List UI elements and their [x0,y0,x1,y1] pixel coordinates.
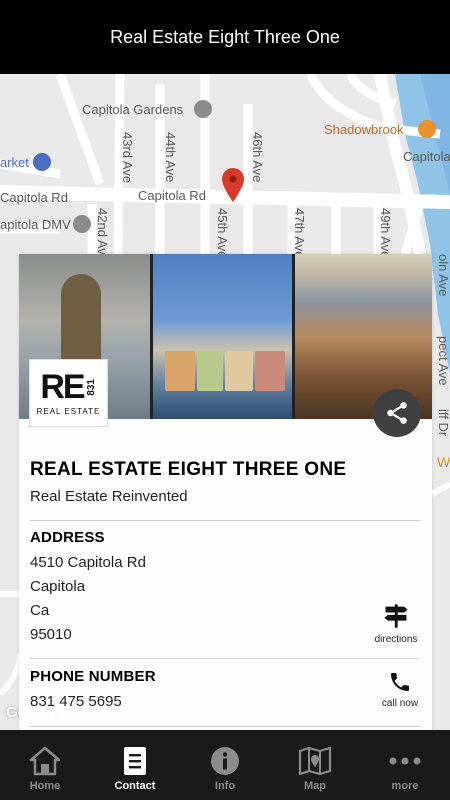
more-dots-icon [389,757,421,765]
map-label-prospect-ave: pect Ave [436,336,450,386]
tab-home[interactable]: Home [0,730,90,800]
map-label-47th-ave: 47th Ave [292,208,307,259]
map-label-capitola-rd-left: Capitola Rd [0,190,68,205]
share-button[interactable] [373,389,421,437]
poi-marker[interactable] [194,100,212,118]
tab-info-label: Info [214,780,236,792]
tab-map[interactable]: Map [270,730,360,800]
divider [30,726,420,727]
map-label-cliff-dr: iff Dr [436,409,450,437]
map-label-45th-ave: 45th Ave [215,208,230,259]
info-icon [211,747,239,775]
phone-number[interactable]: 831 475 5695 [30,693,122,710]
map-label-shadowbrook: Shadowbrook [324,122,404,137]
map-label-44th-ave: 44th Ave [163,132,178,183]
contact-card: RE 831 REAL ESTATE REAL ESTATE EIGHT THR… [19,254,432,730]
logo-subtitle: REAL ESTATE [36,407,101,416]
tab-home-label: Home [29,780,61,792]
tab-more-label: more [391,780,419,792]
company-name: REAL ESTATE EIGHT THREE ONE [30,459,347,480]
signpost-icon [384,604,408,628]
restaurant-marker[interactable] [418,120,436,138]
map-label-market: arket [0,155,29,170]
contact-card-icon [124,747,146,775]
map-label-43rd-ave: 43rd Ave [120,132,135,184]
location-pin-icon[interactable] [222,168,244,202]
tab-more[interactable]: more [360,730,450,800]
tab-contact-label: Contact [114,780,156,792]
map-label-capitola-dmv: apitola DMV [0,217,71,232]
phone-icon [391,673,409,691]
logo-numbers: 831 [85,378,97,396]
app-header: Real Estate Eight Three One [0,0,450,74]
home-icon [29,746,61,776]
app-title: Real Estate Eight Three One [110,26,340,47]
tab-map-label: Map [304,780,326,792]
company-tagline: Real Estate Reinvented [30,488,188,505]
share-icon [387,402,407,424]
call-now-button[interactable]: call now [370,670,430,709]
tab-info[interactable]: Info [180,730,270,800]
map-label-49th-ave: 49th Ave [378,208,393,259]
phone-label: PHONE NUMBER [30,668,156,685]
address-label: ADDRESS [30,529,105,546]
company-logo: RE 831 REAL ESTATE [29,359,108,427]
directions-label: directions [374,634,418,645]
divider [30,658,420,659]
logo-text: RE [40,368,85,406]
dmv-marker[interactable] [73,215,91,233]
address-state: Ca [30,602,50,619]
address-city: Capitola [30,578,86,595]
map-label-capitola: Capitola [403,149,450,164]
bottom-tab-bar: Home Contact Info Map more [0,730,450,800]
map-label-46th-ave: 46th Ave [250,132,265,183]
map-label-w: W [437,454,450,470]
map-icon [298,746,332,776]
address-zip: 95010 [30,626,72,643]
map-label-capitola-rd: Capitola Rd [138,188,206,203]
directions-button[interactable]: directions [366,602,426,645]
shopping-marker[interactable] [33,153,51,171]
map-label-lincoln-ave: oln Ave [436,254,450,297]
address-street: 4510 Capitola Rd [30,554,146,571]
map-label-capitola-gardens: Capitola Gardens [82,102,184,117]
tab-contact[interactable]: Contact [90,730,180,800]
call-now-label: call now [381,698,419,709]
divider [30,520,420,521]
banner-photo-houses [153,254,292,419]
